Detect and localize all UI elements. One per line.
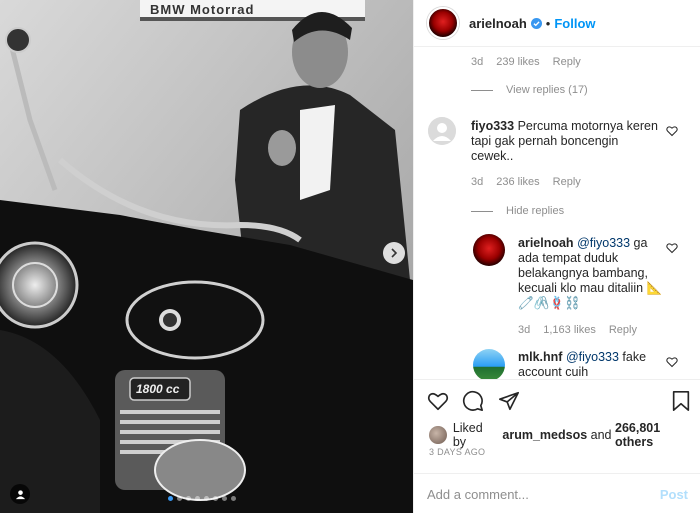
comment-time: 3d <box>471 56 484 68</box>
default-avatar-icon <box>428 117 456 145</box>
verified-badge-icon <box>530 17 542 29</box>
reply-mention[interactable]: @fiyo333 <box>566 350 619 364</box>
divider-line <box>471 210 493 212</box>
commenter-avatar[interactable] <box>428 117 456 145</box>
comments-list[interactable]: 3d 239 likes Reply View replies (17) fiy… <box>414 47 700 379</box>
post-side-panel: arielnoah • Follow 3d 239 likes Reply Vi… <box>413 0 700 513</box>
reply-mention[interactable]: @fiyo333 <box>577 236 630 250</box>
carousel-dot <box>222 496 227 501</box>
comment-time: 3d <box>471 176 484 188</box>
like-heart-icon[interactable] <box>427 390 449 412</box>
chevron-right-icon <box>391 248 398 258</box>
post-header: arielnoah • Follow <box>414 0 700 47</box>
liked-by-and: and <box>590 428 612 442</box>
reply-avatar[interactable] <box>473 349 505 379</box>
carousel-indicator <box>168 496 236 501</box>
liker-avatar[interactable] <box>429 426 447 444</box>
carousel-dot <box>186 496 191 501</box>
add-comment-bar: Add a comment... Post <box>414 473 700 513</box>
author-username[interactable]: arielnoah <box>469 16 527 31</box>
post-actions: Liked by arum_medsos and 266,801 others … <box>414 379 700 513</box>
comment-meta: 3d 239 likes Reply <box>471 56 581 68</box>
reply-username[interactable]: mlk.hnf <box>518 350 562 364</box>
engine-badge-text: 1800 cc <box>136 382 180 396</box>
comment-text: fiyo333 Percuma motornya keren tapi gak … <box>471 119 661 164</box>
post-photo[interactable]: BMW Motorrad 1800 cc <box>0 0 413 513</box>
reply-button[interactable]: Reply <box>553 176 581 188</box>
comment-username[interactable]: fiyo333 <box>471 119 514 133</box>
share-paper-plane-icon[interactable] <box>498 390 520 412</box>
comment-likes[interactable]: 236 likes <box>496 176 539 188</box>
like-comment-heart-icon[interactable] <box>666 125 678 137</box>
carousel-dot-active <box>168 496 173 501</box>
post-date[interactable]: 3 DAYS AGO <box>429 447 485 457</box>
like-reply-heart-icon[interactable] <box>666 242 678 254</box>
comment-meta: 3d 236 likes Reply <box>471 176 581 188</box>
reply-avatar[interactable] <box>473 234 505 266</box>
author-avatar[interactable] <box>427 7 459 39</box>
liked-by-count[interactable]: 266,801 others <box>615 421 700 449</box>
liked-by: Liked by arum_medsos and 266,801 others <box>429 421 700 449</box>
header-separator: • <box>545 15 551 31</box>
reply-button[interactable]: Reply <box>609 324 637 336</box>
user-icon <box>15 489 25 499</box>
carousel-dot <box>177 496 182 501</box>
view-replies-button[interactable]: View replies (17) <box>471 84 588 96</box>
comment-item: fiyo333 Percuma motornya keren tapi gak … <box>414 117 700 197</box>
reply-item: arielnoah @fiyo333 ga ada tempat duduk b… <box>414 234 700 344</box>
comment-bubble-icon[interactable] <box>462 390 484 412</box>
next-photo-button[interactable] <box>383 242 405 264</box>
action-bar <box>427 390 693 414</box>
reply-button[interactable]: Reply <box>553 56 581 68</box>
save-bookmark-icon[interactable] <box>671 390 691 412</box>
reply-meta: 3d 1,163 likes Reply <box>518 324 637 336</box>
reply-text: mlk.hnf @fiyo333 fake account cuih <box>518 350 668 379</box>
reply-time: 3d <box>518 324 531 336</box>
divider-line <box>471 89 493 91</box>
follow-button[interactable]: Follow <box>554 16 595 31</box>
like-reply-heart-icon[interactable] <box>666 356 678 368</box>
liked-by-prefix: Liked by <box>452 421 483 449</box>
carousel-dot <box>195 496 200 501</box>
carousel-dot <box>231 496 236 501</box>
post-comment-button[interactable]: Post <box>660 487 688 502</box>
reply-likes[interactable]: 1,163 likes <box>543 324 596 336</box>
sign-text: BMW Motorrad <box>150 2 255 17</box>
reply-username[interactable]: arielnoah <box>518 236 574 250</box>
view-replies-label: View replies (17) <box>506 84 588 96</box>
carousel-dot <box>204 496 209 501</box>
hide-replies-label: Hide replies <box>506 205 565 217</box>
hide-replies-button[interactable]: Hide replies <box>471 205 564 217</box>
tagged-user-button[interactable] <box>10 484 30 504</box>
carousel-dot <box>213 496 218 501</box>
comment-input[interactable]: Add a comment... <box>427 487 529 502</box>
reply-text: arielnoah @fiyo333 ga ada tempat duduk b… <box>518 236 668 311</box>
reply-item: mlk.hnf @fiyo333 fake account cuih <box>414 347 700 379</box>
liked-by-user[interactable]: arum_medsos <box>502 428 587 442</box>
comment-likes[interactable]: 239 likes <box>496 56 539 68</box>
